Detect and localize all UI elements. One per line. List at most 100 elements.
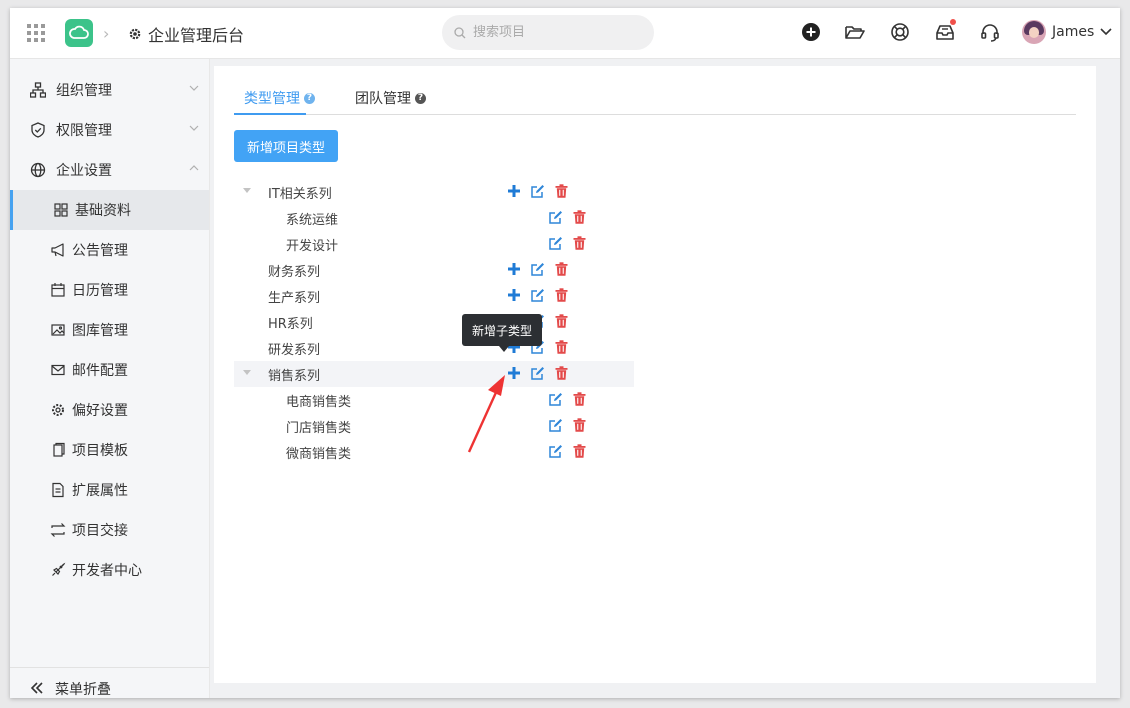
tree-row: IT相关系列 <box>234 179 634 205</box>
sidebar-group-org[interactable]: 组织管理 <box>10 70 209 110</box>
delete-icon[interactable] <box>573 236 587 250</box>
tree-node-label: 微商销售类 <box>286 447 352 462</box>
document-icon <box>52 482 64 498</box>
user-menu[interactable]: James <box>1022 20 1112 44</box>
tree-row: 研发系列 <box>234 335 634 361</box>
tab-team-management[interactable]: 团队管理 ? <box>355 88 426 108</box>
add-child-type-icon[interactable] <box>507 184 521 198</box>
gear-icon <box>129 28 141 40</box>
org-chart-icon <box>30 82 46 98</box>
headset-icon[interactable] <box>979 21 1001 43</box>
sidebar-group-enterprise-settings[interactable]: 企业设置 <box>10 150 209 190</box>
add-child-type-icon[interactable] <box>507 262 521 276</box>
edit-icon[interactable] <box>530 262 544 276</box>
delete-icon[interactable] <box>573 444 587 458</box>
sidebar-item-label: 公告管理 <box>72 243 128 259</box>
sidebar-item-developer-center[interactable]: 开发者中心 <box>10 550 209 590</box>
sidebar-item-extended-attributes[interactable]: 扩展属性 <box>10 470 209 510</box>
menu-collapse-label: 菜单折叠 <box>55 682 111 698</box>
delete-icon[interactable] <box>555 184 569 198</box>
app-grid-icon[interactable] <box>27 24 45 42</box>
delete-icon[interactable] <box>555 288 569 302</box>
copy-icon <box>53 442 65 457</box>
edit-icon[interactable] <box>530 288 544 302</box>
sidebar-item-preferences[interactable]: 偏好设置 <box>10 390 209 430</box>
add-project-type-button[interactable]: 新增项目类型 <box>234 130 338 162</box>
tree-node-label: 系统运维 <box>286 213 339 228</box>
sidebar-item-label: 日历管理 <box>72 283 128 299</box>
gear-icon <box>52 404 64 416</box>
menu-collapse-button[interactable]: 菜单折叠 <box>10 667 209 698</box>
edit-icon[interactable] <box>548 210 562 224</box>
tree-node-label: 销售系列 <box>268 369 321 384</box>
help-icon[interactable]: ? <box>415 92 426 104</box>
sidebar-item-label: 项目模板 <box>72 443 128 459</box>
edit-icon[interactable] <box>548 236 562 250</box>
sidebar-item-announcements[interactable]: 公告管理 <box>10 230 209 270</box>
shield-icon <box>31 122 45 138</box>
search-box[interactable] <box>442 15 654 50</box>
sidebar-group-label: 权限管理 <box>56 123 112 139</box>
delete-icon[interactable] <box>555 262 569 276</box>
sidebar-group-label: 组织管理 <box>56 83 112 99</box>
cloud-logo-icon[interactable] <box>65 19 93 47</box>
edit-icon[interactable] <box>548 392 562 406</box>
delete-icon[interactable] <box>573 210 587 224</box>
notification-dot <box>950 19 956 25</box>
folder-open-icon[interactable] <box>844 21 866 43</box>
sidebar-item-label: 图库管理 <box>72 323 128 339</box>
delete-icon[interactable] <box>555 340 569 354</box>
add-child-type-icon[interactable] <box>507 288 521 302</box>
lifebuoy-icon[interactable] <box>889 21 911 43</box>
delete-icon[interactable] <box>555 314 569 328</box>
tree-row: 财务系列 <box>234 257 634 283</box>
tab-label: 类型管理 <box>244 91 300 107</box>
sidebar-item-basic-data[interactable]: 基础资料 <box>10 190 209 230</box>
tab-label: 团队管理 <box>355 91 411 107</box>
sidebar-item-project-handover[interactable]: 项目交接 <box>10 510 209 550</box>
globe-icon <box>30 162 46 178</box>
tree-node-label: 财务系列 <box>268 265 321 280</box>
sidebar-group-label: 企业设置 <box>56 163 112 179</box>
chevron-down-icon <box>1100 28 1112 36</box>
delete-icon[interactable] <box>573 392 587 406</box>
tree-node-label: 生产系列 <box>268 291 321 306</box>
expand-caret-icon[interactable] <box>243 188 251 193</box>
sidebar-item-mail-config[interactable]: 邮件配置 <box>10 350 209 390</box>
mail-icon <box>51 364 65 376</box>
add-circle-icon[interactable] <box>800 21 822 43</box>
sidebar-item-label: 偏好设置 <box>72 403 128 419</box>
search-input[interactable] <box>471 24 635 41</box>
sidebar-item-label: 开发者中心 <box>72 563 142 579</box>
tab-type-management[interactable]: 类型管理 ? <box>244 88 315 108</box>
edit-icon[interactable] <box>530 184 544 198</box>
tree-node-label: 研发系列 <box>268 343 321 358</box>
expand-caret-icon[interactable] <box>243 370 251 375</box>
tooltip-arrow <box>499 346 509 352</box>
calendar-icon <box>51 283 65 297</box>
top-bar: › 企业管理后台 搜索项目 James <box>10 8 1120 59</box>
tree-row: HR系列 <box>234 309 634 335</box>
delete-icon[interactable] <box>573 418 587 432</box>
tree-row: 生产系列 <box>234 283 634 309</box>
sidebar: 组织管理 权限管理 企业设置 基础资料 公告管理 日历管理 图库管理 邮件配置 … <box>10 59 210 698</box>
search-icon <box>454 26 466 38</box>
chevron-up-icon <box>189 165 199 171</box>
delete-icon[interactable] <box>555 366 569 380</box>
tree-node-label: 门店销售类 <box>286 421 352 436</box>
annotation-arrow <box>467 375 505 453</box>
help-icon[interactable]: ? <box>304 92 315 104</box>
tabs-divider <box>234 114 1076 115</box>
swap-icon <box>50 523 66 537</box>
grid-icon <box>54 203 68 217</box>
sidebar-item-project-templates[interactable]: 项目模板 <box>10 430 209 470</box>
double-chevron-left-icon <box>30 682 43 694</box>
sidebar-item-calendar[interactable]: 日历管理 <box>10 270 209 310</box>
edit-icon[interactable] <box>530 366 544 380</box>
sidebar-item-label: 邮件配置 <box>72 363 128 379</box>
sidebar-item-gallery[interactable]: 图库管理 <box>10 310 209 350</box>
breadcrumb: 企业管理后台 <box>128 22 244 46</box>
edit-icon[interactable] <box>548 444 562 458</box>
edit-icon[interactable] <box>548 418 562 432</box>
sidebar-group-permissions[interactable]: 权限管理 <box>10 110 209 150</box>
